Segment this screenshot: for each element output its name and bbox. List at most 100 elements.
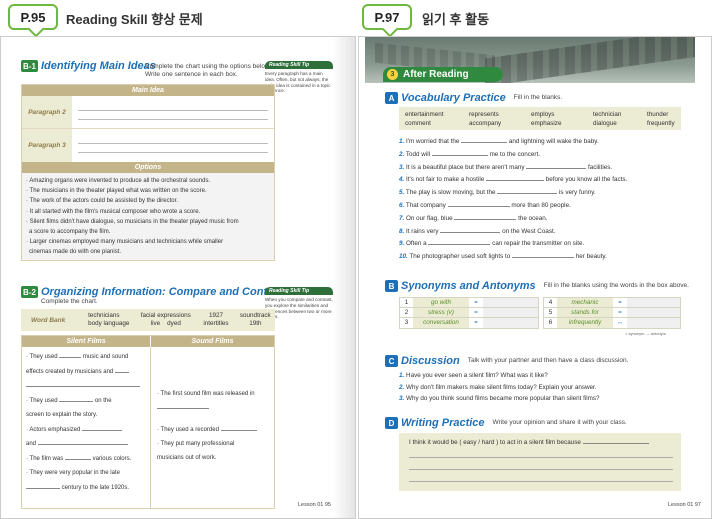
word: soundtrack	[239, 312, 271, 319]
c-badge: C	[385, 355, 398, 367]
silent-films-header: Silent Films	[22, 336, 151, 347]
word-bank-col: technicians body language	[88, 312, 135, 328]
blank[interactable]	[26, 386, 140, 387]
row-label: Paragraph 2	[22, 96, 72, 128]
answer-cell[interactable]	[483, 298, 538, 307]
synonym-left: 1 go with = 2 stress (v) = 3 conversation =	[399, 297, 539, 329]
synonym-row: 6 infrequently ↔	[544, 318, 680, 328]
vocab-word: technician	[593, 111, 622, 118]
blank[interactable]	[511, 257, 574, 259]
blank[interactable]	[82, 429, 123, 431]
blank[interactable]	[497, 193, 558, 195]
silent-line: · The film was various colors.	[26, 455, 132, 462]
vocab-word: emphasize	[531, 120, 562, 127]
after-reading-banner: 3 After Reading	[383, 67, 503, 82]
word: intertitles	[203, 320, 229, 327]
writing-box[interactable]: I think it would be ( easy / hard ) to a…	[399, 433, 681, 491]
blank[interactable]	[64, 458, 91, 460]
tip-text: Every paragraph has a main idea. Often, …	[265, 71, 331, 94]
c-title: Discussion	[401, 355, 460, 367]
blank[interactable]	[157, 408, 209, 409]
word-pair: live dyed	[135, 320, 196, 328]
sentence-6: 6. That company more than 80 people.	[399, 201, 571, 209]
silent-line	[26, 379, 146, 394]
question-1: 1. Have you ever seen a silent film? Wha…	[399, 372, 548, 379]
synonym-row: 1 go with =	[400, 298, 538, 308]
option-item: · Larger cinemas employed many musicians…	[26, 239, 224, 246]
answer-cell[interactable]	[627, 308, 680, 317]
page-tab-95[interactable]: P.95	[8, 4, 58, 30]
sound-films-header: Sound Films	[151, 336, 274, 347]
a-instruction: Fill in the blanks.	[513, 93, 563, 101]
b1-heading: B-1 Identifying Main Ideas	[21, 60, 156, 72]
synonym-row: 4 mechanic =	[544, 298, 680, 308]
b-instruction: Fill in the blanks using the words in th…	[543, 281, 689, 289]
silent-line: century to the late 1920s.	[26, 481, 146, 496]
synonym-legend: = synonym ↔ antonym	[625, 331, 667, 336]
silent-line: and	[26, 437, 146, 452]
blank[interactable]	[37, 444, 128, 445]
blank[interactable]	[59, 357, 82, 358]
vocab-word: dialogue	[593, 120, 617, 127]
sound-line: · The first sound film was released in	[157, 391, 255, 397]
tip-title: Reading Skill Tip	[265, 61, 333, 70]
sound-line: · They put many professional	[157, 441, 235, 447]
question-3: 3. Why do you think sound films became m…	[399, 395, 600, 402]
left-page-title: Reading Skill 향상 문제	[66, 12, 203, 27]
answer-cell[interactable]	[627, 318, 680, 328]
sentence-2: 2. Todd will me to the concert.	[399, 150, 540, 158]
option-item: a score to accompany the film.	[29, 229, 111, 236]
c-heading: C Discussion Talk with your partner and …	[385, 355, 628, 367]
sound-line	[157, 401, 268, 415]
option-item: cinemas made do with one pianist.	[29, 249, 122, 256]
sentence-4: 4. It's not fair to make a hostile befor…	[399, 176, 628, 184]
b1-reading-tip: Reading Skill Tip Every paragraph has a …	[265, 61, 333, 94]
blank[interactable]	[428, 244, 491, 246]
vocab-word: entertainment	[405, 111, 444, 118]
vocab-word: thunder	[647, 111, 669, 118]
word: technicians	[88, 312, 120, 319]
synonym-table: 1 go with = 2 stress (v) = 3 conversation = 4m…	[399, 297, 681, 329]
blank[interactable]	[114, 371, 129, 373]
b2-reading-tip: Reading Skill Tip When you compare and c…	[265, 287, 333, 320]
sentence-1: 1. I'm worried that the and lightning wi…	[399, 138, 599, 145]
c-instruction: Talk with your partner and then have a c…	[467, 356, 629, 364]
blank[interactable]	[220, 430, 257, 431]
b-heading: B Synonyms and Antonyms Fill in the blan…	[385, 280, 689, 292]
sentence-7: 7. On our flag, blue the ocean.	[399, 214, 548, 222]
answer-cell[interactable]	[483, 318, 538, 328]
row-paragraph-2: Paragraph 2	[22, 96, 274, 129]
synonym-row: 5 stands for =	[544, 308, 680, 318]
sentence-9: 9. Often a can repair the transmitter on…	[399, 240, 585, 248]
page-tab-97[interactable]: P.97	[362, 4, 412, 30]
b-title: Synonyms and Antonyms	[401, 280, 536, 292]
writing-line	[409, 458, 673, 470]
synonym-row: 2 stress (v) =	[400, 308, 538, 318]
word: facial expressions	[140, 312, 191, 319]
tip-title: Reading Skill Tip	[265, 287, 333, 296]
answer-cell[interactable]	[483, 308, 538, 317]
sentence-5: 5. The play is slow moving, but the is v…	[399, 189, 596, 197]
blank[interactable]	[440, 231, 501, 233]
tip-text: When you compare and contrast, you explo…	[265, 297, 333, 319]
answer-box-paragraph-3[interactable]	[72, 129, 274, 162]
word: live	[150, 320, 161, 327]
blank[interactable]	[454, 218, 517, 220]
b-badge: B	[385, 280, 398, 292]
blank[interactable]	[485, 180, 544, 182]
blank[interactable]	[447, 205, 510, 207]
sentence-3: 3. It is a beautiful place but there are…	[399, 163, 613, 171]
word-bank-col: soundtrack 19th	[236, 312, 275, 328]
silent-line: · Actors emphasized	[26, 423, 146, 438]
blank[interactable]	[526, 167, 587, 169]
blank[interactable]	[582, 443, 649, 444]
sound-films-column: · The first sound film was released in ·…	[151, 347, 274, 509]
blank[interactable]	[26, 487, 60, 489]
blank[interactable]	[59, 400, 94, 402]
b1-title: Identifying Main Ideas	[41, 60, 156, 72]
answer-box-paragraph-2[interactable]	[72, 96, 274, 128]
answer-cell[interactable]	[627, 298, 680, 307]
blank[interactable]	[461, 142, 508, 143]
blank[interactable]	[431, 154, 488, 156]
tab-label: P.97	[374, 9, 400, 25]
